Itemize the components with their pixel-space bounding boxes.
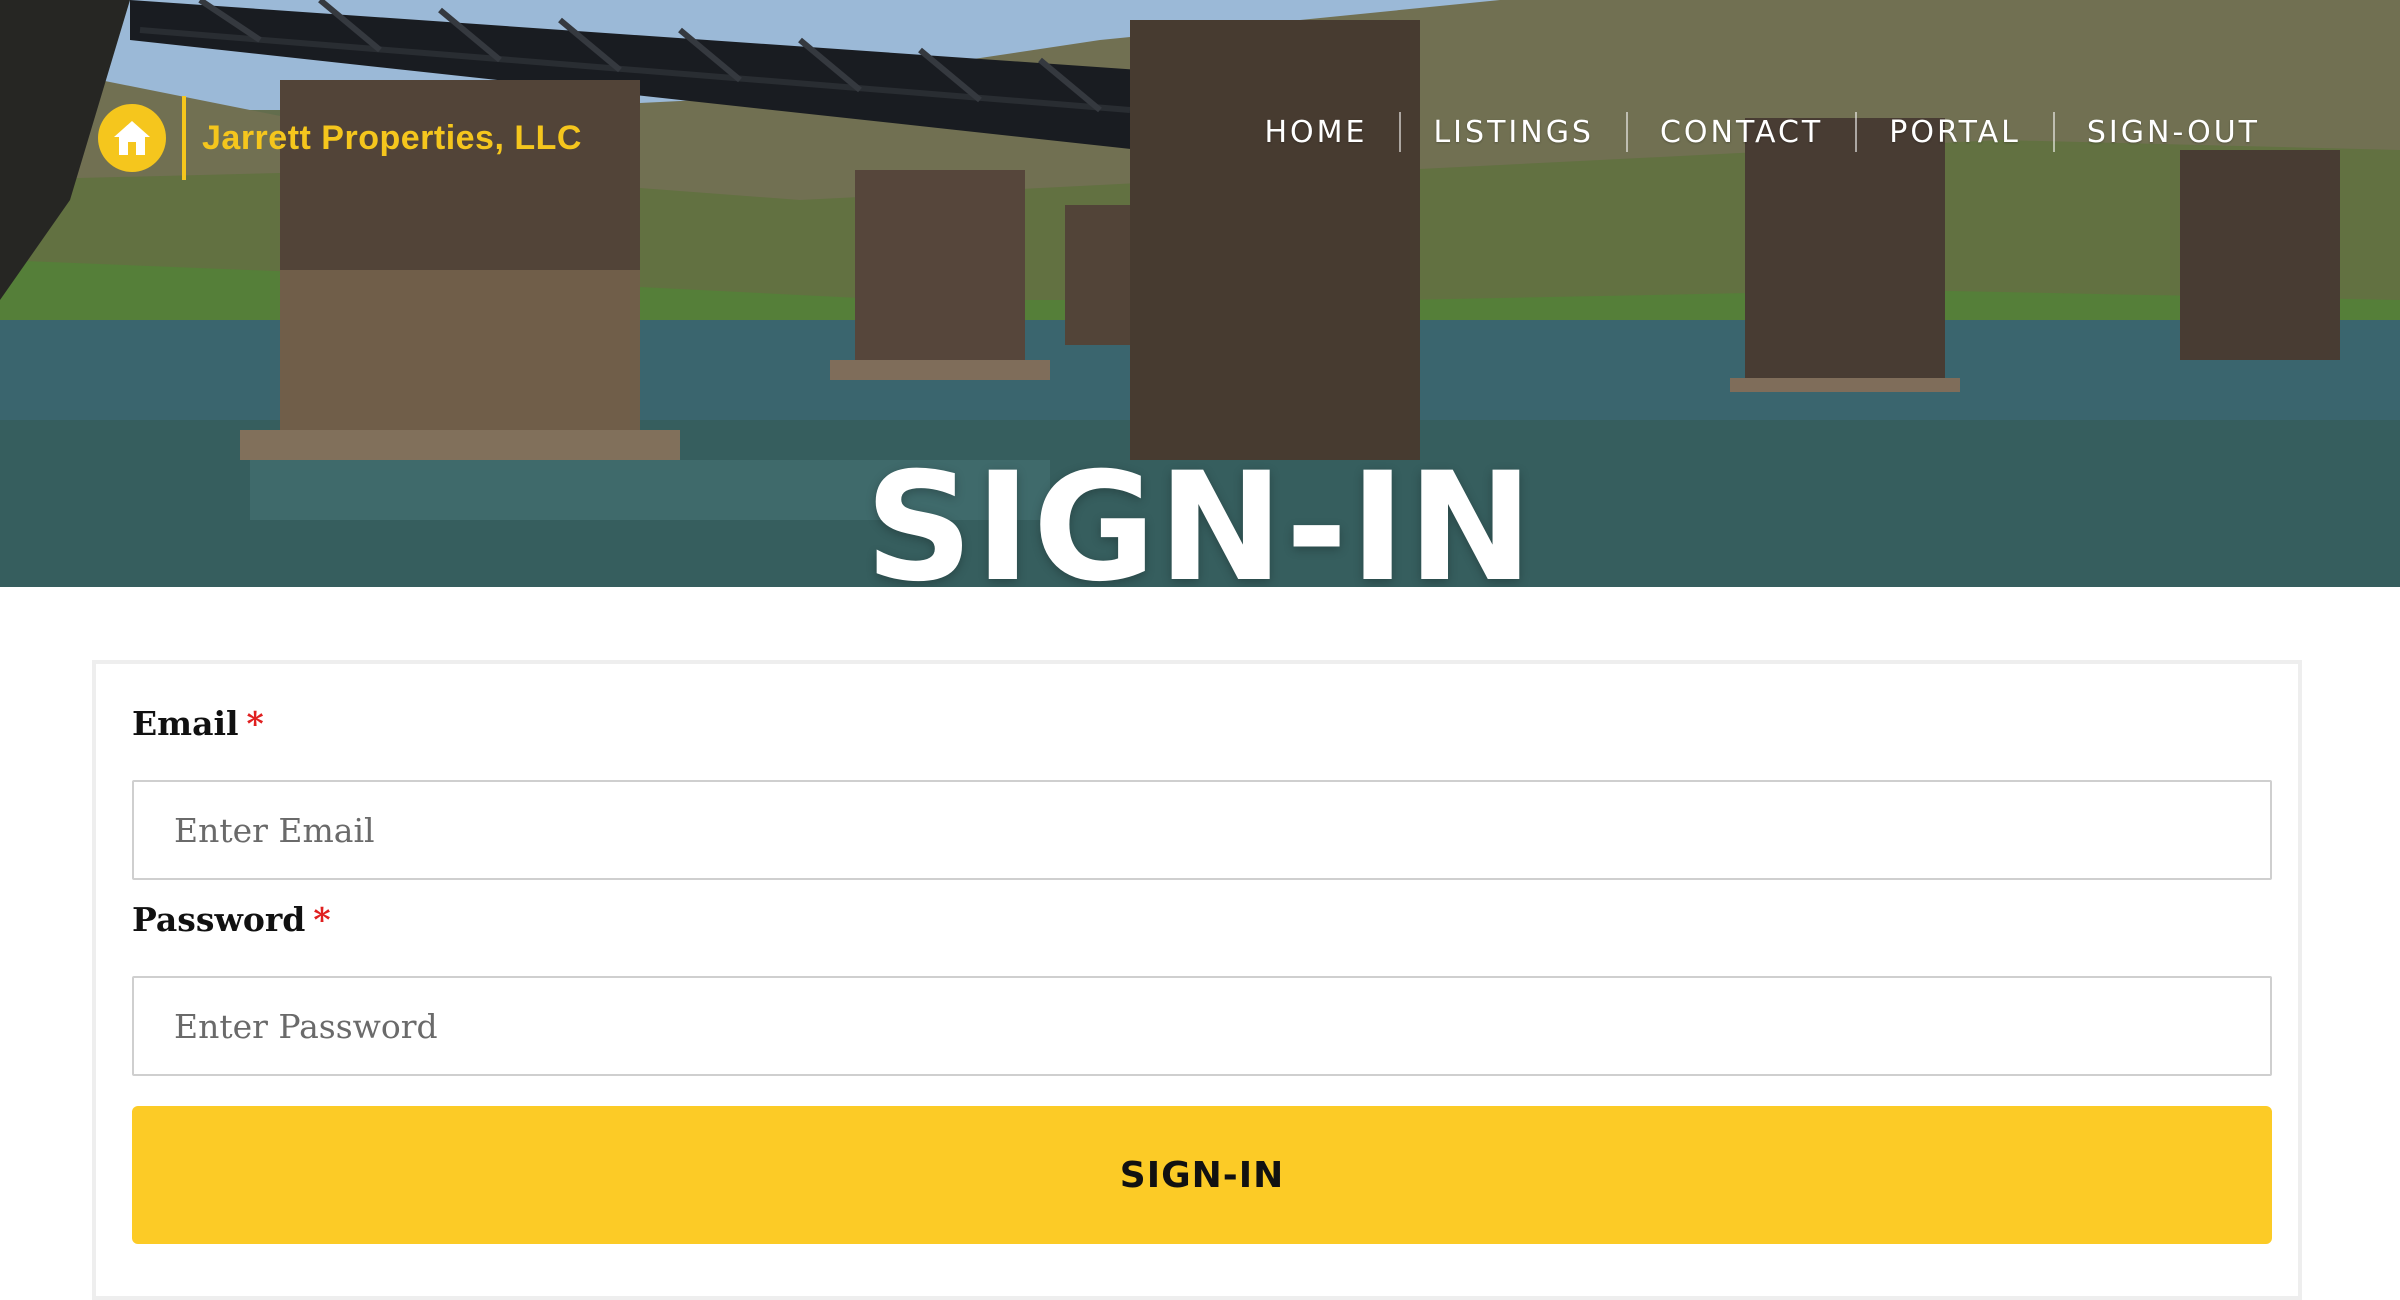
brand-logo[interactable]: Jarrett Properties, LLC xyxy=(98,96,582,180)
email-label: Email * xyxy=(132,704,264,743)
password-label-text: Password xyxy=(132,900,306,939)
nav-listings[interactable]: LISTINGS xyxy=(1401,115,1626,150)
brand-name: Jarrett Properties, LLC xyxy=(202,118,582,157)
nav-portal[interactable]: PORTAL xyxy=(1857,115,2053,150)
sign-in-form: Email* Password* SIGN-IN xyxy=(92,660,2302,1300)
nav-contact[interactable]: CONTACT xyxy=(1628,115,1855,150)
email-field[interactable] xyxy=(132,780,2272,880)
nav-sign-out[interactable]: SIGN-OUT xyxy=(2055,115,2292,150)
password-field[interactable] xyxy=(132,976,2272,1076)
house-icon xyxy=(98,104,166,172)
hero-banner: Jarrett Properties, LLC HOME LISTINGS CO… xyxy=(0,0,2400,587)
required-marker: * xyxy=(313,900,331,939)
nav-home[interactable]: HOME xyxy=(1232,115,1399,150)
required-marker: * xyxy=(246,704,264,743)
password-label: Password * xyxy=(132,900,331,939)
sign-in-button[interactable]: SIGN-IN xyxy=(132,1106,2272,1244)
logo-divider xyxy=(182,96,186,180)
main-nav: HOME LISTINGS CONTACT PORTAL SIGN-OUT xyxy=(1232,112,2292,152)
email-label-text: Email xyxy=(132,704,239,743)
page-title: SIGN-IN xyxy=(864,440,1536,588)
